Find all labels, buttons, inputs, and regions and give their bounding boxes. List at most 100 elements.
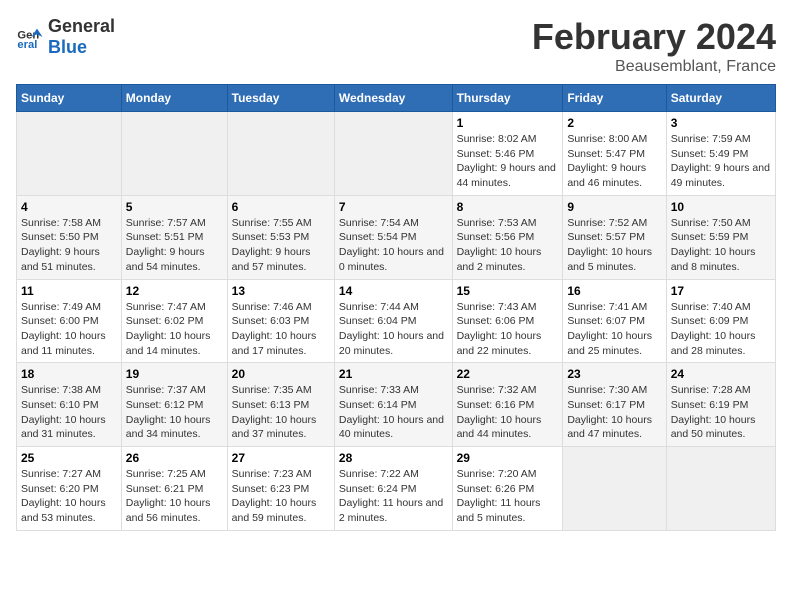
day-info: Sunrise: 8:02 AM Sunset: 5:46 PM Dayligh… bbox=[457, 132, 559, 191]
calendar-cell: 6 Sunrise: 7:55 AM Sunset: 5:53 PM Dayli… bbox=[227, 195, 334, 279]
calendar-cell bbox=[121, 112, 227, 196]
day-info: Sunrise: 7:46 AM Sunset: 6:03 PM Dayligh… bbox=[232, 300, 330, 359]
calendar-cell: 27 Sunrise: 7:23 AM Sunset: 6:23 PM Dayl… bbox=[227, 447, 334, 531]
calendar-cell: 11 Sunrise: 7:49 AM Sunset: 6:00 PM Dayl… bbox=[17, 279, 122, 363]
calendar-cell: 22 Sunrise: 7:32 AM Sunset: 6:16 PM Dayl… bbox=[452, 363, 563, 447]
calendar-cell: 18 Sunrise: 7:38 AM Sunset: 6:10 PM Dayl… bbox=[17, 363, 122, 447]
calendar-cell: 15 Sunrise: 7:43 AM Sunset: 6:06 PM Dayl… bbox=[452, 279, 563, 363]
day-info: Sunrise: 7:44 AM Sunset: 6:04 PM Dayligh… bbox=[339, 300, 448, 359]
day-info: Sunrise: 7:40 AM Sunset: 6:09 PM Dayligh… bbox=[671, 300, 771, 359]
day-number: 11 bbox=[21, 284, 117, 298]
calendar-cell: 26 Sunrise: 7:25 AM Sunset: 6:21 PM Dayl… bbox=[121, 447, 227, 531]
day-info: Sunrise: 7:52 AM Sunset: 5:57 PM Dayligh… bbox=[567, 216, 661, 275]
calendar-cell: 28 Sunrise: 7:22 AM Sunset: 6:24 PM Dayl… bbox=[334, 447, 452, 531]
day-number: 3 bbox=[671, 116, 771, 130]
day-number: 17 bbox=[671, 284, 771, 298]
header-thursday: Thursday bbox=[452, 85, 563, 112]
day-number: 25 bbox=[21, 451, 117, 465]
calendar-cell: 4 Sunrise: 7:58 AM Sunset: 5:50 PM Dayli… bbox=[17, 195, 122, 279]
page-title: February 2024 bbox=[532, 16, 776, 58]
calendar-cell: 25 Sunrise: 7:27 AM Sunset: 6:20 PM Dayl… bbox=[17, 447, 122, 531]
header-sunday: Sunday bbox=[17, 85, 122, 112]
day-number: 23 bbox=[567, 367, 661, 381]
logo: Gen eral General Blue bbox=[16, 16, 115, 58]
calendar-cell: 7 Sunrise: 7:54 AM Sunset: 5:54 PM Dayli… bbox=[334, 195, 452, 279]
day-number: 7 bbox=[339, 200, 448, 214]
title-section: February 2024 Beausemblant, France bbox=[532, 16, 776, 76]
day-info: Sunrise: 7:27 AM Sunset: 6:20 PM Dayligh… bbox=[21, 467, 117, 526]
day-info: Sunrise: 7:30 AM Sunset: 6:17 PM Dayligh… bbox=[567, 383, 661, 442]
logo-general: General bbox=[48, 16, 115, 36]
calendar-cell: 24 Sunrise: 7:28 AM Sunset: 6:19 PM Dayl… bbox=[666, 363, 775, 447]
logo-blue: Blue bbox=[48, 37, 87, 57]
day-info: Sunrise: 7:50 AM Sunset: 5:59 PM Dayligh… bbox=[671, 216, 771, 275]
calendar-cell bbox=[563, 447, 666, 531]
calendar-cell bbox=[666, 447, 775, 531]
day-info: Sunrise: 7:28 AM Sunset: 6:19 PM Dayligh… bbox=[671, 383, 771, 442]
day-number: 29 bbox=[457, 451, 559, 465]
header-friday: Friday bbox=[563, 85, 666, 112]
day-number: 15 bbox=[457, 284, 559, 298]
calendar-cell bbox=[227, 112, 334, 196]
day-info: Sunrise: 7:20 AM Sunset: 6:26 PM Dayligh… bbox=[457, 467, 559, 526]
day-info: Sunrise: 7:58 AM Sunset: 5:50 PM Dayligh… bbox=[21, 216, 117, 275]
day-info: Sunrise: 7:47 AM Sunset: 6:02 PM Dayligh… bbox=[126, 300, 223, 359]
calendar-cell: 17 Sunrise: 7:40 AM Sunset: 6:09 PM Dayl… bbox=[666, 279, 775, 363]
calendar-cell: 16 Sunrise: 7:41 AM Sunset: 6:07 PM Dayl… bbox=[563, 279, 666, 363]
page-subtitle: Beausemblant, France bbox=[532, 58, 776, 76]
calendar-cell: 29 Sunrise: 7:20 AM Sunset: 6:26 PM Dayl… bbox=[452, 447, 563, 531]
day-number: 18 bbox=[21, 367, 117, 381]
day-number: 19 bbox=[126, 367, 223, 381]
logo-icon: Gen eral bbox=[16, 23, 44, 51]
calendar-cell bbox=[334, 112, 452, 196]
day-info: Sunrise: 7:55 AM Sunset: 5:53 PM Dayligh… bbox=[232, 216, 330, 275]
calendar-cell: 3 Sunrise: 7:59 AM Sunset: 5:49 PM Dayli… bbox=[666, 112, 775, 196]
calendar-cell: 13 Sunrise: 7:46 AM Sunset: 6:03 PM Dayl… bbox=[227, 279, 334, 363]
calendar-cell: 21 Sunrise: 7:33 AM Sunset: 6:14 PM Dayl… bbox=[334, 363, 452, 447]
day-info: Sunrise: 7:41 AM Sunset: 6:07 PM Dayligh… bbox=[567, 300, 661, 359]
header-monday: Monday bbox=[121, 85, 227, 112]
day-number: 14 bbox=[339, 284, 448, 298]
day-number: 13 bbox=[232, 284, 330, 298]
day-number: 22 bbox=[457, 367, 559, 381]
day-number: 16 bbox=[567, 284, 661, 298]
calendar-cell: 1 Sunrise: 8:02 AM Sunset: 5:46 PM Dayli… bbox=[452, 112, 563, 196]
week-row-1: 1 Sunrise: 8:02 AM Sunset: 5:46 PM Dayli… bbox=[17, 112, 776, 196]
day-info: Sunrise: 7:57 AM Sunset: 5:51 PM Dayligh… bbox=[126, 216, 223, 275]
day-info: Sunrise: 7:33 AM Sunset: 6:14 PM Dayligh… bbox=[339, 383, 448, 442]
calendar-cell bbox=[17, 112, 122, 196]
day-number: 21 bbox=[339, 367, 448, 381]
day-info: Sunrise: 7:25 AM Sunset: 6:21 PM Dayligh… bbox=[126, 467, 223, 526]
day-number: 6 bbox=[232, 200, 330, 214]
day-info: Sunrise: 7:59 AM Sunset: 5:49 PM Dayligh… bbox=[671, 132, 771, 191]
calendar-header: SundayMondayTuesdayWednesdayThursdayFrid… bbox=[17, 85, 776, 112]
day-number: 20 bbox=[232, 367, 330, 381]
day-number: 27 bbox=[232, 451, 330, 465]
calendar-cell: 23 Sunrise: 7:30 AM Sunset: 6:17 PM Dayl… bbox=[563, 363, 666, 447]
calendar-table: SundayMondayTuesdayWednesdayThursdayFrid… bbox=[16, 84, 776, 531]
day-number: 8 bbox=[457, 200, 559, 214]
day-number: 10 bbox=[671, 200, 771, 214]
day-info: Sunrise: 8:00 AM Sunset: 5:47 PM Dayligh… bbox=[567, 132, 661, 191]
day-info: Sunrise: 7:53 AM Sunset: 5:56 PM Dayligh… bbox=[457, 216, 559, 275]
day-info: Sunrise: 7:49 AM Sunset: 6:00 PM Dayligh… bbox=[21, 300, 117, 359]
svg-text:eral: eral bbox=[17, 39, 37, 51]
week-row-2: 4 Sunrise: 7:58 AM Sunset: 5:50 PM Dayli… bbox=[17, 195, 776, 279]
calendar-cell: 8 Sunrise: 7:53 AM Sunset: 5:56 PM Dayli… bbox=[452, 195, 563, 279]
day-number: 5 bbox=[126, 200, 223, 214]
calendar-cell: 20 Sunrise: 7:35 AM Sunset: 6:13 PM Dayl… bbox=[227, 363, 334, 447]
day-info: Sunrise: 7:35 AM Sunset: 6:13 PM Dayligh… bbox=[232, 383, 330, 442]
day-info: Sunrise: 7:23 AM Sunset: 6:23 PM Dayligh… bbox=[232, 467, 330, 526]
day-number: 9 bbox=[567, 200, 661, 214]
week-row-5: 25 Sunrise: 7:27 AM Sunset: 6:20 PM Dayl… bbox=[17, 447, 776, 531]
calendar-cell: 2 Sunrise: 8:00 AM Sunset: 5:47 PM Dayli… bbox=[563, 112, 666, 196]
header-wednesday: Wednesday bbox=[334, 85, 452, 112]
day-number: 12 bbox=[126, 284, 223, 298]
day-info: Sunrise: 7:54 AM Sunset: 5:54 PM Dayligh… bbox=[339, 216, 448, 275]
calendar-cell: 19 Sunrise: 7:37 AM Sunset: 6:12 PM Dayl… bbox=[121, 363, 227, 447]
day-info: Sunrise: 7:32 AM Sunset: 6:16 PM Dayligh… bbox=[457, 383, 559, 442]
day-number: 24 bbox=[671, 367, 771, 381]
day-number: 4 bbox=[21, 200, 117, 214]
day-info: Sunrise: 7:38 AM Sunset: 6:10 PM Dayligh… bbox=[21, 383, 117, 442]
day-number: 28 bbox=[339, 451, 448, 465]
